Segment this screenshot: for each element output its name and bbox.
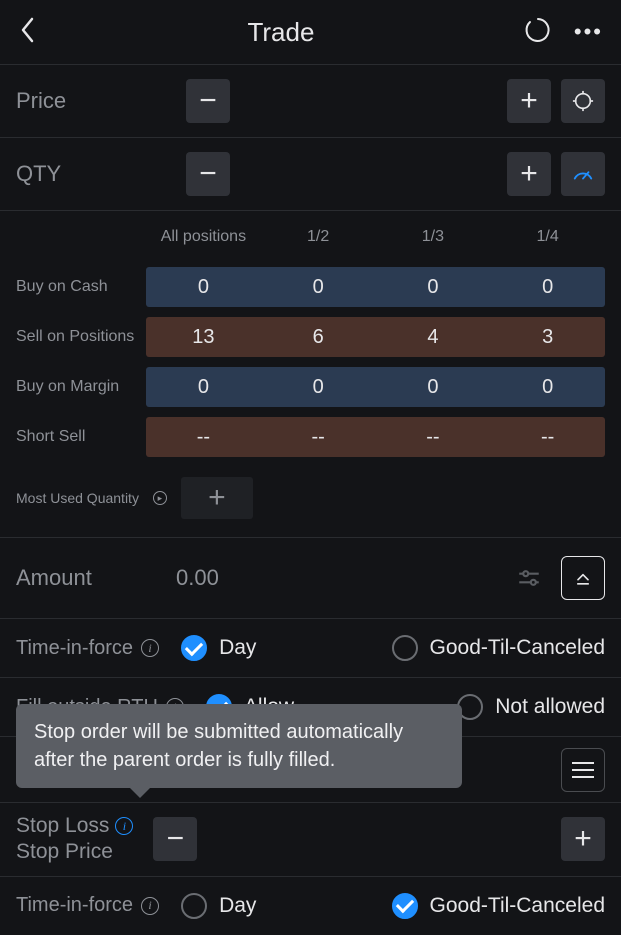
page-title: Trade [38, 17, 524, 48]
row-cells: 0 0 0 0 [146, 367, 605, 407]
stop-loss-text: Stop Loss [16, 813, 109, 839]
radio-label: Good-Til-Canceled [430, 636, 605, 660]
col-third: 1/3 [376, 228, 491, 246]
stop-price-text: Stop Price [16, 839, 133, 865]
qty-cell[interactable]: 3 [490, 317, 605, 357]
time-in-force-row: Time-in-force i Day Good-Til-Canceled [0, 618, 621, 677]
info-icon[interactable]: i [141, 639, 159, 657]
info-icon[interactable]: i [141, 897, 159, 915]
most-used-quantity: Most Used Quantity ▸ + [0, 465, 621, 537]
quantity-preset-header: All positions 1/2 1/3 1/4 [16, 217, 605, 257]
stop-time-in-force-row: Time-in-force i Day Good-Til-Canceled [0, 876, 621, 935]
qty-increment-button[interactable]: + [507, 152, 551, 196]
qty-cell[interactable]: 0 [261, 367, 376, 407]
radio-label: Day [219, 894, 256, 918]
radio-checked-icon [181, 635, 207, 661]
tif2-label-text: Time-in-force [16, 894, 133, 917]
row-cells: 13 6 4 3 [146, 317, 605, 357]
radio-unchecked-icon [181, 893, 207, 919]
price-row: Price − + [0, 64, 621, 137]
tif-option-gtc[interactable]: Good-Til-Canceled [392, 635, 605, 661]
qty-decrement-button[interactable]: − [186, 152, 230, 196]
info-icon[interactable]: i [115, 817, 133, 835]
collapse-panel-icon[interactable] [561, 556, 605, 600]
header-actions: ••• [524, 16, 603, 49]
qty-cell[interactable]: 13 [146, 317, 261, 357]
qty-cell[interactable]: 0 [261, 267, 376, 307]
header: Trade ••• [0, 0, 621, 64]
row-buy-on-cash: Buy on Cash 0 0 0 0 [16, 267, 605, 307]
quantity-preset-table: All positions 1/2 1/3 1/4 Buy on Cash 0 … [0, 210, 621, 465]
col-half: 1/2 [261, 228, 376, 246]
qty-gauge-icon[interactable] [561, 152, 605, 196]
stop-loss-label: Stop Loss i Stop Price [16, 813, 133, 866]
qty-cell[interactable]: 0 [376, 367, 491, 407]
row-cells: -- -- -- -- [146, 417, 605, 457]
col-quarter: 1/4 [490, 228, 605, 246]
radio-unchecked-icon [392, 635, 418, 661]
fill-rth-option-not-allowed[interactable]: Not allowed [457, 694, 605, 720]
tif-label-text: Time-in-force [16, 637, 133, 660]
price-increment-button[interactable]: + [507, 79, 551, 123]
amount-value: 0.00 [176, 565, 219, 591]
amount-label: Amount [16, 565, 176, 591]
qty-cell[interactable]: 0 [146, 367, 261, 407]
col-all-positions: All positions [146, 228, 261, 246]
radio-label: Good-Til-Canceled [430, 894, 605, 918]
refresh-icon[interactable] [524, 16, 552, 49]
stop-order-tooltip: Stop order will be submitted automatical… [16, 704, 462, 788]
qty-cell[interactable]: -- [376, 417, 491, 457]
row-cells: 0 0 0 0 [146, 267, 605, 307]
radio-label: Day [219, 636, 256, 660]
qty-cell[interactable]: 0 [490, 367, 605, 407]
add-most-used-button[interactable]: + [181, 477, 253, 519]
chevron-right-circle-icon[interactable]: ▸ [153, 491, 167, 505]
row-label: Buy on Margin [16, 378, 146, 396]
qty-cell[interactable]: -- [490, 417, 605, 457]
radio-checked-icon [392, 893, 418, 919]
qty-cell[interactable]: 0 [376, 267, 491, 307]
back-button[interactable] [18, 15, 38, 50]
row-label: Short Sell [16, 428, 146, 446]
qty-row: QTY − + [0, 137, 621, 210]
row-label: Sell on Positions [16, 328, 146, 346]
row-buy-on-margin: Buy on Margin 0 0 0 0 [16, 367, 605, 407]
row-short-sell: Short Sell -- -- -- -- [16, 417, 605, 457]
row-label: Buy on Cash [16, 278, 146, 296]
qty-label: QTY [16, 161, 176, 187]
most-used-label: Most Used Quantity [16, 490, 139, 506]
price-target-icon[interactable] [561, 79, 605, 123]
price-label: Price [16, 88, 176, 114]
row-sell-on-positions: Sell on Positions 13 6 4 3 [16, 317, 605, 357]
tif2-option-day[interactable]: Day [181, 893, 256, 919]
more-menu-icon[interactable]: ••• [574, 21, 603, 43]
reorder-icon[interactable] [561, 748, 605, 792]
qty-cell[interactable]: 0 [146, 267, 261, 307]
qty-cell[interactable]: -- [261, 417, 376, 457]
tif2-label: Time-in-force i [16, 894, 159, 917]
stop-price-increment-button[interactable]: + [561, 817, 605, 861]
amount-row: Amount 0.00 [0, 537, 621, 618]
qty-cell[interactable]: -- [146, 417, 261, 457]
sliders-icon[interactable] [507, 556, 551, 600]
qty-cell[interactable]: 4 [376, 317, 491, 357]
tif-label: Time-in-force i [16, 637, 159, 660]
radio-label: Not allowed [495, 695, 605, 719]
qty-cell[interactable]: 6 [261, 317, 376, 357]
tif2-option-gtc[interactable]: Good-Til-Canceled [392, 893, 605, 919]
stop-price-decrement-button[interactable]: − [153, 817, 197, 861]
stop-loss-row: Stop Loss i Stop Price − + [0, 802, 621, 876]
qty-cell[interactable]: 0 [490, 267, 605, 307]
tif-option-day[interactable]: Day [181, 635, 256, 661]
price-decrement-button[interactable]: − [186, 79, 230, 123]
